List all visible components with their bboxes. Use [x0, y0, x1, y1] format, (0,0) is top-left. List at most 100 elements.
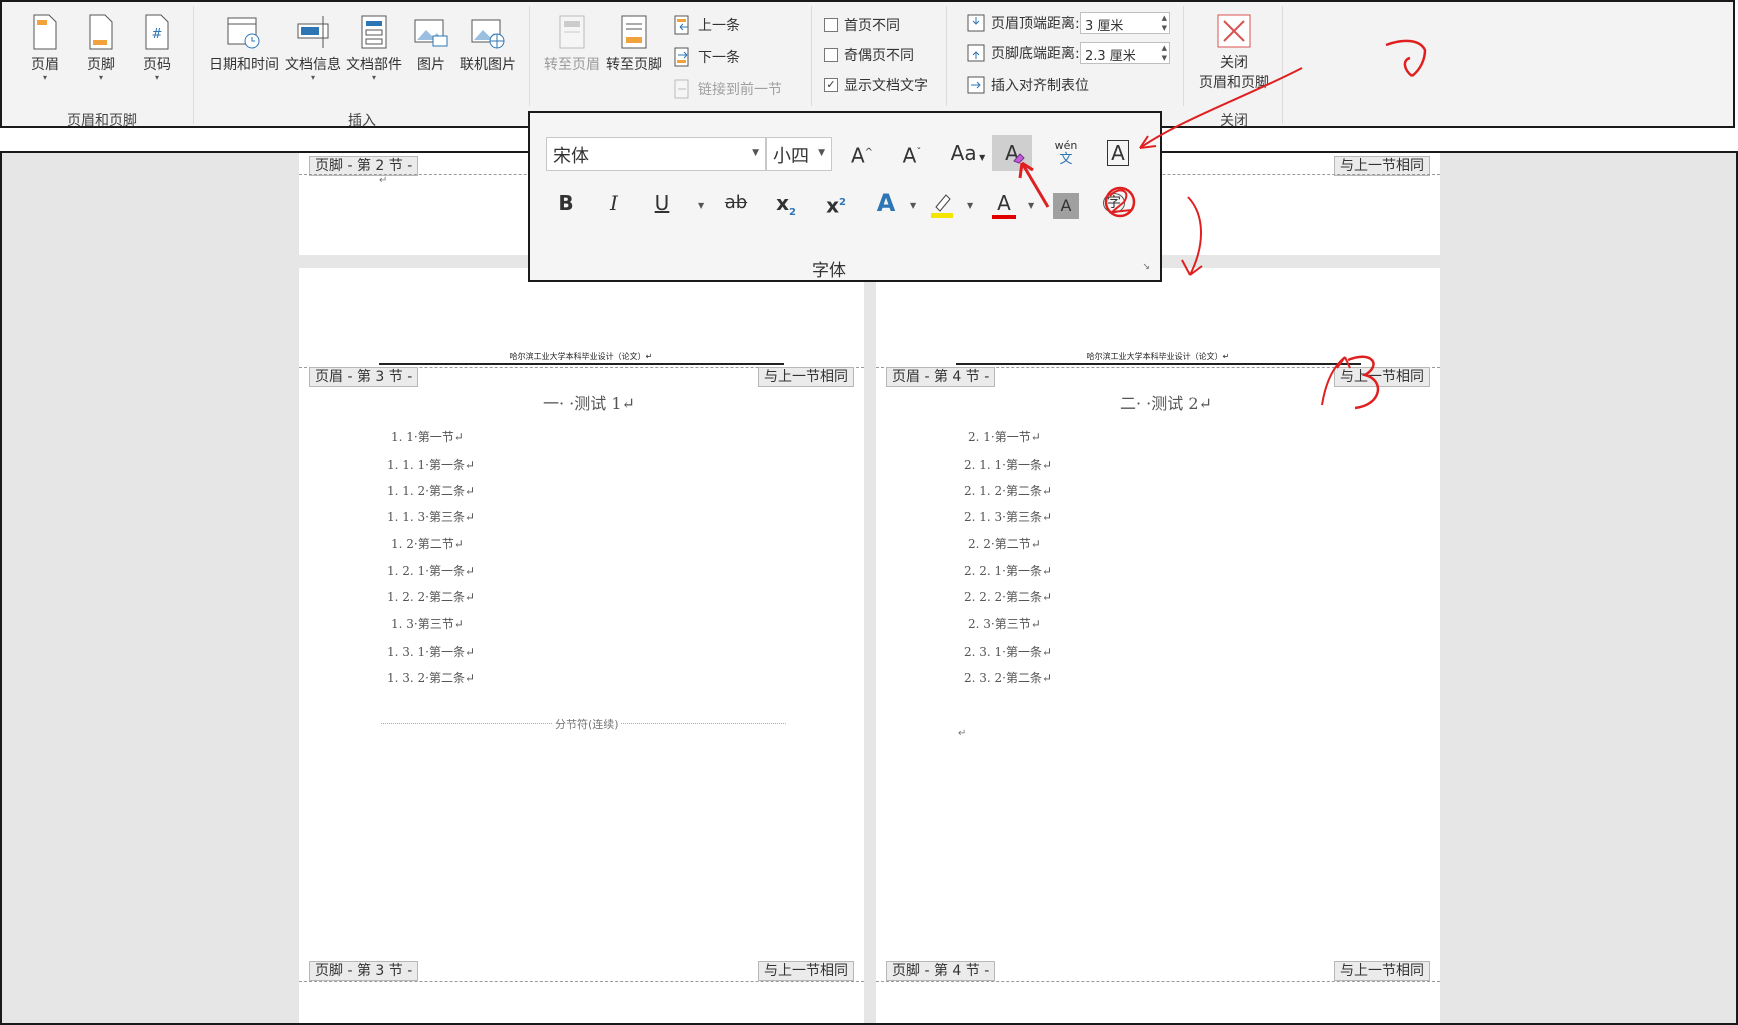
outline-line[interactable]: 1. 1. 3·第三条↵: [387, 508, 475, 525]
chevron-down-icon[interactable]: ▼: [1028, 201, 1034, 210]
header-top-distance: 页眉顶端距离:: [967, 13, 1080, 33]
datetime-button[interactable]: 日期和时间: [207, 14, 281, 74]
footer-bottom-input[interactable]: 2.3 厘米 ▲ ▼: [1080, 42, 1170, 64]
next-button[interactable]: 下一条: [674, 47, 740, 67]
chevron-down-icon[interactable]: ▼: [910, 201, 916, 210]
outline-line[interactable]: 2. 2·第二节↵: [968, 535, 1041, 552]
strikethrough-button[interactable]: ab: [716, 185, 756, 221]
ribbon: 页眉 ▾ 页脚 ▾ # 页码 ▾ 页眉和页脚 日期和时间 文档信息 ▾ 文档部件…: [0, 0, 1735, 129]
link-to-previous-button[interactable]: 链接到前一节: [674, 79, 782, 99]
header-section-tag: 页眉 - 第 3 节 -: [309, 367, 419, 387]
link-icon: [674, 79, 689, 99]
outline-line[interactable]: 1. 2. 1·第一条↵: [387, 562, 475, 579]
change-case-button[interactable]: Aa ▼: [942, 135, 994, 171]
chevron-down-icon: ▼: [818, 148, 825, 158]
header-text[interactable]: 哈尔滨工业大学本科毕业设计（论文）↵: [381, 351, 781, 362]
outline-line[interactable]: 1. 3. 1·第一条↵: [387, 643, 475, 660]
font-name-dropdown[interactable]: 宋体 ▼: [546, 137, 766, 171]
divider: [1183, 6, 1184, 106]
header-text[interactable]: 哈尔滨工业大学本科毕业设计（论文）↵: [958, 351, 1358, 362]
group-label-header-footer: 页眉和页脚: [67, 113, 137, 129]
bold-button[interactable]: B: [546, 185, 586, 221]
spinner-arrows-icon[interactable]: ▲ ▼: [1162, 43, 1167, 63]
superscript-button[interactable]: x2: [816, 185, 856, 221]
divider: [193, 6, 194, 124]
quick-parts-icon: [361, 15, 387, 49]
character-border-button[interactable]: A: [1098, 135, 1138, 171]
outline-line[interactable]: 2. 1. 2·第二条↵: [964, 482, 1052, 499]
goto-footer-button[interactable]: 转至页脚: [602, 14, 666, 74]
caret-up-icon: ^: [864, 147, 874, 158]
shrink-font-button[interactable]: Aˇ: [892, 135, 932, 171]
phonetic-guide-button[interactable]: wén 文: [1046, 135, 1086, 171]
chevron-down-icon: ▼: [752, 148, 759, 158]
outline-line[interactable]: 1. 3. 2·第二条↵: [387, 669, 475, 686]
outline-line[interactable]: 1. 1. 1·第一条↵: [387, 456, 475, 473]
quickparts-button[interactable]: 文档部件 ▾: [344, 14, 404, 82]
subscript-button[interactable]: x2: [766, 185, 806, 221]
divider: [946, 6, 947, 106]
footer-button[interactable]: 页脚 ▾: [80, 14, 122, 82]
chevron-down-icon: ▾: [98, 73, 103, 82]
different-odd-even-checkbox[interactable]: 奇偶页不同: [824, 45, 914, 65]
show-document-text-checkbox[interactable]: ✓ 显示文档文字: [824, 75, 928, 95]
same-as-previous-tag: 与上一节相同: [1334, 367, 1430, 387]
group-label-insert: 插入: [348, 113, 376, 129]
outline-line[interactable]: 2. 3. 1·第一条↵: [964, 643, 1052, 660]
text-effects-button[interactable]: A: [866, 185, 906, 221]
header-button[interactable]: 页眉 ▾: [24, 14, 66, 82]
grow-font-button[interactable]: A^: [842, 135, 882, 171]
paragraph-mark: ↵: [379, 175, 388, 186]
caret-down-icon: ˇ: [916, 147, 922, 158]
font-color-button[interactable]: A: [984, 185, 1024, 221]
chevron-down-icon: ▾: [154, 73, 159, 82]
outline-line[interactable]: 2. 3·第三节↵: [968, 615, 1041, 632]
chapter-title[interactable]: 一· ·测试 1↵: [543, 390, 635, 414]
italic-button[interactable]: I: [594, 185, 634, 221]
outline-line[interactable]: 2. 1. 3·第三条↵: [964, 508, 1052, 525]
header-icon: [33, 14, 57, 50]
chapter-title[interactable]: 二· ·测试 2↵: [1120, 390, 1212, 414]
paragraph-mark: ↵: [958, 728, 967, 739]
header-distance-icon: [967, 14, 985, 32]
highlight-button[interactable]: [922, 185, 962, 221]
font-color-swatch: [992, 215, 1016, 219]
chevron-down-icon[interactable]: ▼: [698, 201, 704, 210]
header-top-input[interactable]: 3 厘米 ▲ ▼: [1080, 12, 1170, 34]
font-size-dropdown[interactable]: 小四 ▼: [766, 137, 832, 171]
insert-align-tab-button[interactable]: 插入对齐制表位: [967, 75, 1089, 95]
footer-section-tag: 页脚 - 第 3 节 -: [309, 961, 419, 981]
previous-button[interactable]: 上一条: [674, 15, 740, 35]
page-number-button[interactable]: # 页码 ▾: [136, 14, 178, 82]
align-tab-icon: [967, 76, 985, 94]
spinner-arrows-icon[interactable]: ▲ ▼: [1162, 13, 1167, 33]
chevron-down-icon: ▾: [310, 73, 315, 82]
outline-line[interactable]: 1. 2. 2·第二条↵: [387, 588, 475, 605]
chevron-down-icon: ▾: [42, 73, 47, 82]
goto-header-button[interactable]: 转至页眉: [540, 14, 604, 74]
calendar-clock-icon: [227, 17, 260, 49]
different-first-page-checkbox[interactable]: 首页不同: [824, 15, 900, 35]
docinfo-button[interactable]: 文档信息 ▾: [283, 14, 343, 82]
clear-formatting-button[interactable]: A: [992, 135, 1032, 171]
outline-line[interactable]: 2. 2. 1·第一条↵: [964, 562, 1052, 579]
picture-button[interactable]: 图片: [410, 14, 452, 74]
chevron-down-icon[interactable]: ▼: [967, 201, 973, 210]
close-header-footer-button[interactable]: 关闭 页眉和页脚: [1192, 14, 1276, 92]
online-picture-button[interactable]: 联机图片: [458, 14, 518, 74]
outline-line[interactable]: 1. 1·第一节↵: [391, 428, 464, 445]
outline-line[interactable]: 1. 3·第三节↵: [391, 615, 464, 632]
previous-icon: [674, 15, 689, 35]
dialog-launcher-icon[interactable]: ↘: [1142, 262, 1150, 272]
enclose-characters-button[interactable]: 字: [1094, 185, 1134, 221]
outline-line[interactable]: 1. 2·第二节↵: [391, 535, 464, 552]
outline-line[interactable]: 1. 1. 2·第二条↵: [387, 482, 475, 499]
outline-line[interactable]: 2. 2. 2·第二条↵: [964, 588, 1052, 605]
character-shading-button[interactable]: A: [1053, 193, 1079, 219]
outline-line[interactable]: 2. 1. 1·第一条↵: [964, 456, 1052, 473]
underline-button[interactable]: U: [642, 185, 682, 221]
subscript-2-icon: 2: [788, 207, 796, 218]
outline-line[interactable]: 2. 1·第一节↵: [968, 428, 1041, 445]
checkmark-icon: ✓: [824, 78, 838, 92]
outline-line[interactable]: 2. 3. 2·第二条↵: [964, 669, 1052, 686]
